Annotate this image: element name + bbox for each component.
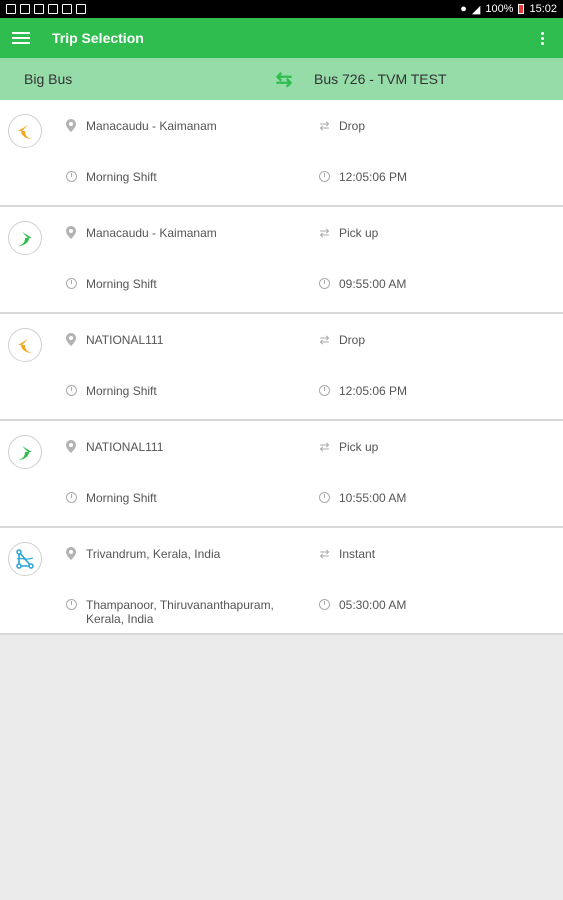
shift-cell: Morning Shift — [64, 277, 157, 291]
time-cell: 10:55:00 AM — [317, 491, 406, 505]
swap-arrows-icon: ⇄ — [319, 226, 329, 240]
clock-icon — [317, 491, 331, 503]
overflow-menu-icon[interactable] — [533, 31, 551, 45]
mode-cell: ⇄ Pick up — [317, 440, 378, 454]
signal-icon: ◢ — [471, 3, 481, 16]
clock-icon — [64, 598, 78, 610]
trip-time: 12:05:06 PM — [339, 384, 408, 398]
drop-arrow-icon — [8, 114, 42, 148]
notification-icons — [6, 4, 86, 14]
battery-level: 100% — [485, 3, 514, 15]
shift-cell: Morning Shift — [64, 170, 157, 184]
clock-icon — [317, 598, 331, 610]
mode-cell: ⇄ Pick up — [317, 226, 378, 240]
location-pin-icon — [64, 119, 78, 132]
trip-row[interactable]: NATIONAL111 Morning Shift ⇄ Pick up 10:55:00… — [0, 421, 563, 528]
notification-icon — [34, 4, 44, 14]
clock-icon — [317, 277, 331, 289]
location-pin-icon — [64, 226, 78, 239]
notification-icon — [76, 4, 86, 14]
wifi-icon: ● — [460, 3, 467, 15]
trip-mode: Drop — [339, 333, 366, 347]
clock-icon — [64, 277, 78, 289]
trip-time: 05:30:00 AM — [339, 598, 407, 612]
trip-mode: Drop — [339, 119, 366, 133]
time-cell: 12:05:06 PM — [317, 170, 407, 184]
route-name: Manacaudu - Kaimanam — [86, 119, 217, 133]
trip-row[interactable]: Trivandrum, Kerala, India Thampanoor, Thi… — [0, 528, 563, 635]
swap-icon[interactable]: ⇆ — [254, 67, 314, 92]
shift-name: Morning Shift — [86, 170, 157, 184]
trip-time: 09:55:00 AM — [339, 277, 407, 291]
trip-time: 10:55:00 AM — [339, 491, 407, 505]
route-name: Trivandrum, Kerala, India — [86, 547, 221, 561]
vehicle-type: Big Bus — [24, 71, 73, 87]
route-cell: NATIONAL111 — [64, 333, 163, 347]
battery-icon — [518, 4, 525, 14]
time-cell: 09:55:00 AM — [317, 277, 406, 291]
location-pin-icon — [64, 333, 78, 346]
shift-name: Morning Shift — [86, 384, 157, 398]
time-cell: 05:30:00 AM — [317, 598, 406, 612]
trip-list: Manacaudu - Kaimanam Morning Shift ⇄ Drop 12… — [0, 100, 563, 635]
mode-cell: ⇄ Drop — [317, 333, 365, 347]
location-pin-icon — [64, 440, 78, 453]
drop-arrow-icon — [8, 328, 42, 362]
trip-row[interactable]: NATIONAL111 Morning Shift ⇄ Drop 12:05:06 PM — [0, 314, 563, 421]
pickup-arrow-icon — [8, 435, 42, 469]
trip-mode: Pick up — [339, 226, 379, 240]
system-status: ● ◢ 100% 15:02 — [460, 3, 557, 16]
trip-row[interactable]: Manacaudu - Kaimanam Morning Shift ⇄ Pick u… — [0, 207, 563, 314]
location-pin-icon — [64, 547, 78, 560]
route-cell: NATIONAL111 — [64, 440, 163, 454]
shift-cell: Morning Shift — [64, 491, 157, 505]
trip-mode: Pick up — [339, 440, 379, 454]
route-cell: Manacaudu - Kaimanam — [64, 226, 217, 240]
notification-icon — [62, 4, 72, 14]
vehicle-bar: Big Bus ⇆ Bus 726 - TVM TEST — [0, 58, 563, 100]
swap-arrows-icon: ⇄ — [319, 333, 329, 347]
trip-row[interactable]: Manacaudu - Kaimanam Morning Shift ⇄ Drop 12… — [0, 100, 563, 207]
trip-time: 12:05:06 PM — [339, 170, 408, 184]
trip-mode: Instant — [339, 547, 376, 561]
pickup-arrow-icon — [8, 221, 42, 255]
instant-route-icon — [8, 542, 42, 576]
route-cell: Manacaudu - Kaimanam — [64, 119, 217, 133]
clock-icon — [317, 384, 331, 396]
swap-arrows-icon: ⇄ — [319, 440, 329, 454]
shift-cell: Thampanoor, Thiruvananthapuram, Kerala, … — [64, 598, 296, 626]
route-name: Manacaudu - Kaimanam — [86, 226, 217, 240]
shift-name: Morning Shift — [86, 277, 157, 291]
hamburger-menu-icon[interactable] — [12, 29, 30, 47]
route-cell: Trivandrum, Kerala, India — [64, 547, 220, 561]
clock-icon — [64, 384, 78, 396]
shift-name: Morning Shift — [86, 491, 157, 505]
time-cell: 12:05:06 PM — [317, 384, 407, 398]
mode-cell: ⇄ Instant — [317, 547, 375, 561]
clock-time: 15:02 — [529, 3, 557, 15]
clock-icon — [64, 491, 78, 503]
vehicle-name: Bus 726 - TVM TEST — [314, 71, 447, 87]
swap-arrows-icon: ⇄ — [319, 119, 329, 133]
route-name: NATIONAL111 — [86, 440, 164, 454]
shift-cell: Morning Shift — [64, 384, 157, 398]
notification-icon — [48, 4, 58, 14]
route-name: NATIONAL111 — [86, 333, 164, 347]
shift-name: Thampanoor, Thiruvananthapuram, Kerala, … — [86, 598, 274, 626]
swap-arrows-icon: ⇄ — [319, 547, 329, 561]
mode-cell: ⇄ Drop — [317, 119, 365, 133]
notification-icon — [6, 4, 16, 14]
notification-icon — [20, 4, 30, 14]
app-bar: Trip Selection — [0, 18, 563, 58]
status-bar: ● ◢ 100% 15:02 — [0, 0, 563, 18]
page-title: Trip Selection — [52, 30, 144, 46]
clock-icon — [317, 170, 331, 182]
clock-icon — [64, 170, 78, 182]
